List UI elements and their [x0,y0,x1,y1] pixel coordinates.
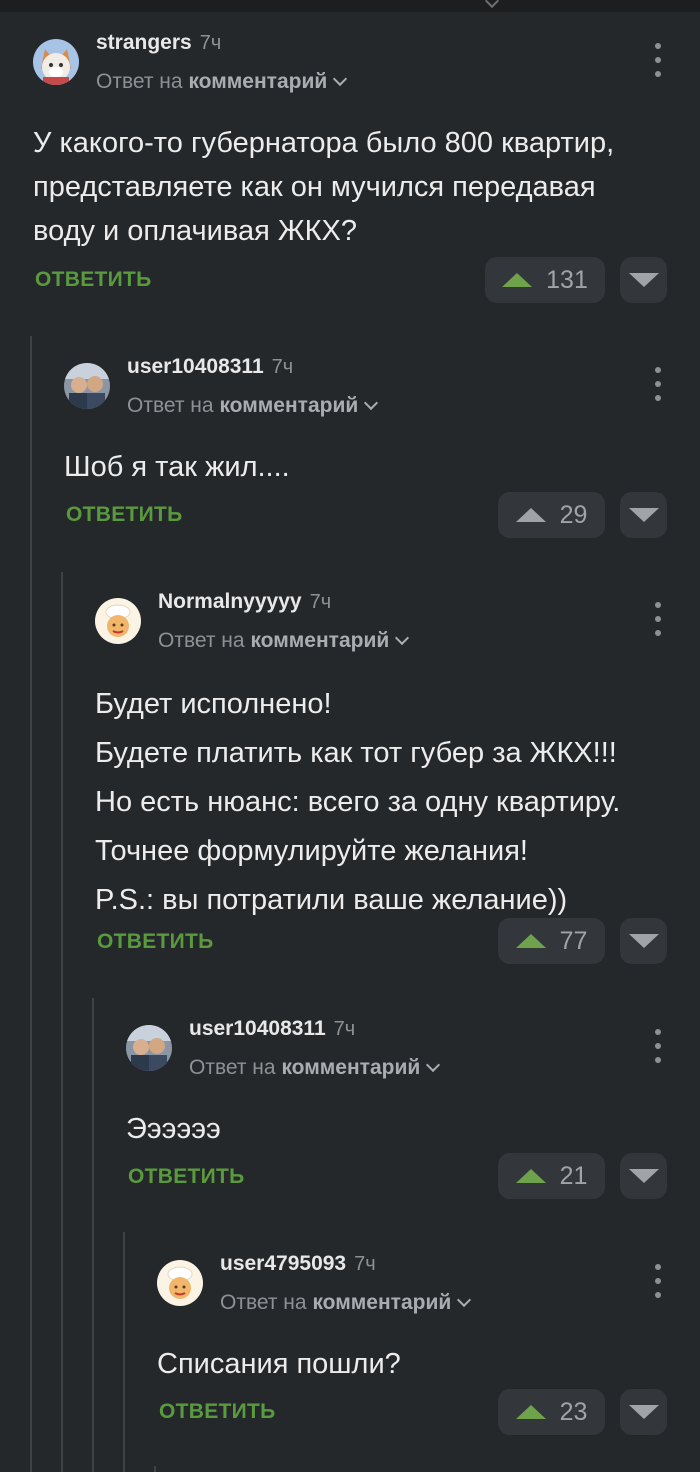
more-options-icon[interactable] [652,1264,664,1298]
downvote-button[interactable] [620,257,667,303]
avatar[interactable] [64,363,110,409]
chevron-down-icon [333,71,348,87]
avatar[interactable] [33,39,79,85]
reply-to-link[interactable]: Ответ на комментарий [220,1291,472,1315]
chevron-down-icon [364,395,379,411]
upvote-arrow-icon [515,1169,546,1183]
timestamp: 7ч [309,591,332,613]
comment-text: Списания пошли? [157,1348,401,1380]
downvote-arrow-icon [628,273,659,287]
downvote-button[interactable] [620,1389,667,1435]
vote-count: 29 [559,500,588,529]
username[interactable]: strangers 7ч [96,31,221,55]
chevron-down-icon [395,630,410,646]
top-bar [0,0,700,12]
timestamp: 7ч [271,356,294,378]
thread-line[interactable] [123,1232,125,1472]
reply-button[interactable]: ОТВЕТИТЬ [159,1400,276,1424]
chef-avatar-icon [157,1260,203,1306]
more-options-icon[interactable] [652,367,664,401]
upvote-arrow-icon [515,508,546,522]
thread-line[interactable] [92,998,94,1472]
username[interactable]: Normalnyyyyy 7ч [158,590,331,614]
reply-button[interactable]: ОТВЕТИТЬ [97,930,214,954]
downvote-arrow-icon [628,1405,659,1419]
vote-count: 23 [559,1397,588,1426]
thread-line[interactable] [154,1466,156,1472]
photo-avatar-icon [126,1025,172,1071]
more-options-icon[interactable] [652,602,664,636]
upvote-button[interactable]: 23 [498,1389,605,1435]
vote-count: 21 [559,1161,588,1190]
photo-avatar-icon [64,363,110,409]
timestamp: 7ч [333,1018,356,1040]
comment-text: Ээээээ [126,1113,221,1145]
thread-line[interactable] [61,572,63,1472]
reply-to-link[interactable]: Ответ на комментарий [127,394,379,418]
comment-text: Шоб я так жил.... [64,451,290,483]
upvote-button[interactable]: 21 [498,1153,605,1199]
comment-text: У какого-то губернатора было 800 квартир… [33,127,615,247]
username[interactable]: user10408311 7ч [189,1017,355,1041]
reply-to-link[interactable]: Ответ на комментарий [189,1056,441,1080]
avatar[interactable] [126,1025,172,1071]
comment-text: Будет исполнено! Будете платить как тот … [95,688,621,916]
username[interactable]: user10408311 7ч [127,355,293,379]
upvote-arrow-icon [515,934,546,948]
chevron-down-icon [484,0,500,9]
vote-count: 77 [559,926,588,955]
avatar[interactable] [95,598,141,644]
reply-button[interactable]: ОТВЕТИТЬ [35,268,152,292]
reply-button[interactable]: ОТВЕТИТЬ [66,503,183,527]
vote-count: 131 [546,265,588,294]
avatar[interactable] [157,1260,203,1306]
upvote-button[interactable]: 29 [498,492,605,538]
chef-avatar-icon [95,598,141,644]
upvote-arrow-icon [502,273,533,287]
fox-avatar-icon [33,39,79,85]
downvote-arrow-icon [628,1169,659,1183]
chevron-down-icon [426,1057,441,1073]
downvote-button[interactable] [620,918,667,964]
upvote-button[interactable]: 131 [485,257,605,303]
downvote-button[interactable] [620,492,667,538]
more-options-icon[interactable] [652,43,664,77]
reply-to-link[interactable]: Ответ на комментарий [96,70,348,94]
upvote-button[interactable]: 77 [498,918,605,964]
downvote-button[interactable] [620,1153,667,1199]
downvote-arrow-icon [628,508,659,522]
timestamp: 7ч [199,32,222,54]
more-options-icon[interactable] [652,1029,664,1063]
reply-button[interactable]: ОТВЕТИТЬ [128,1165,245,1189]
thread-line[interactable] [30,336,32,1472]
username[interactable]: user4795093 7ч [220,1252,376,1276]
timestamp: 7ч [354,1253,376,1275]
upvote-arrow-icon [515,1405,546,1419]
chevron-down-icon [457,1292,472,1308]
reply-to-link[interactable]: Ответ на комментарий [158,629,410,653]
downvote-arrow-icon [628,934,659,948]
